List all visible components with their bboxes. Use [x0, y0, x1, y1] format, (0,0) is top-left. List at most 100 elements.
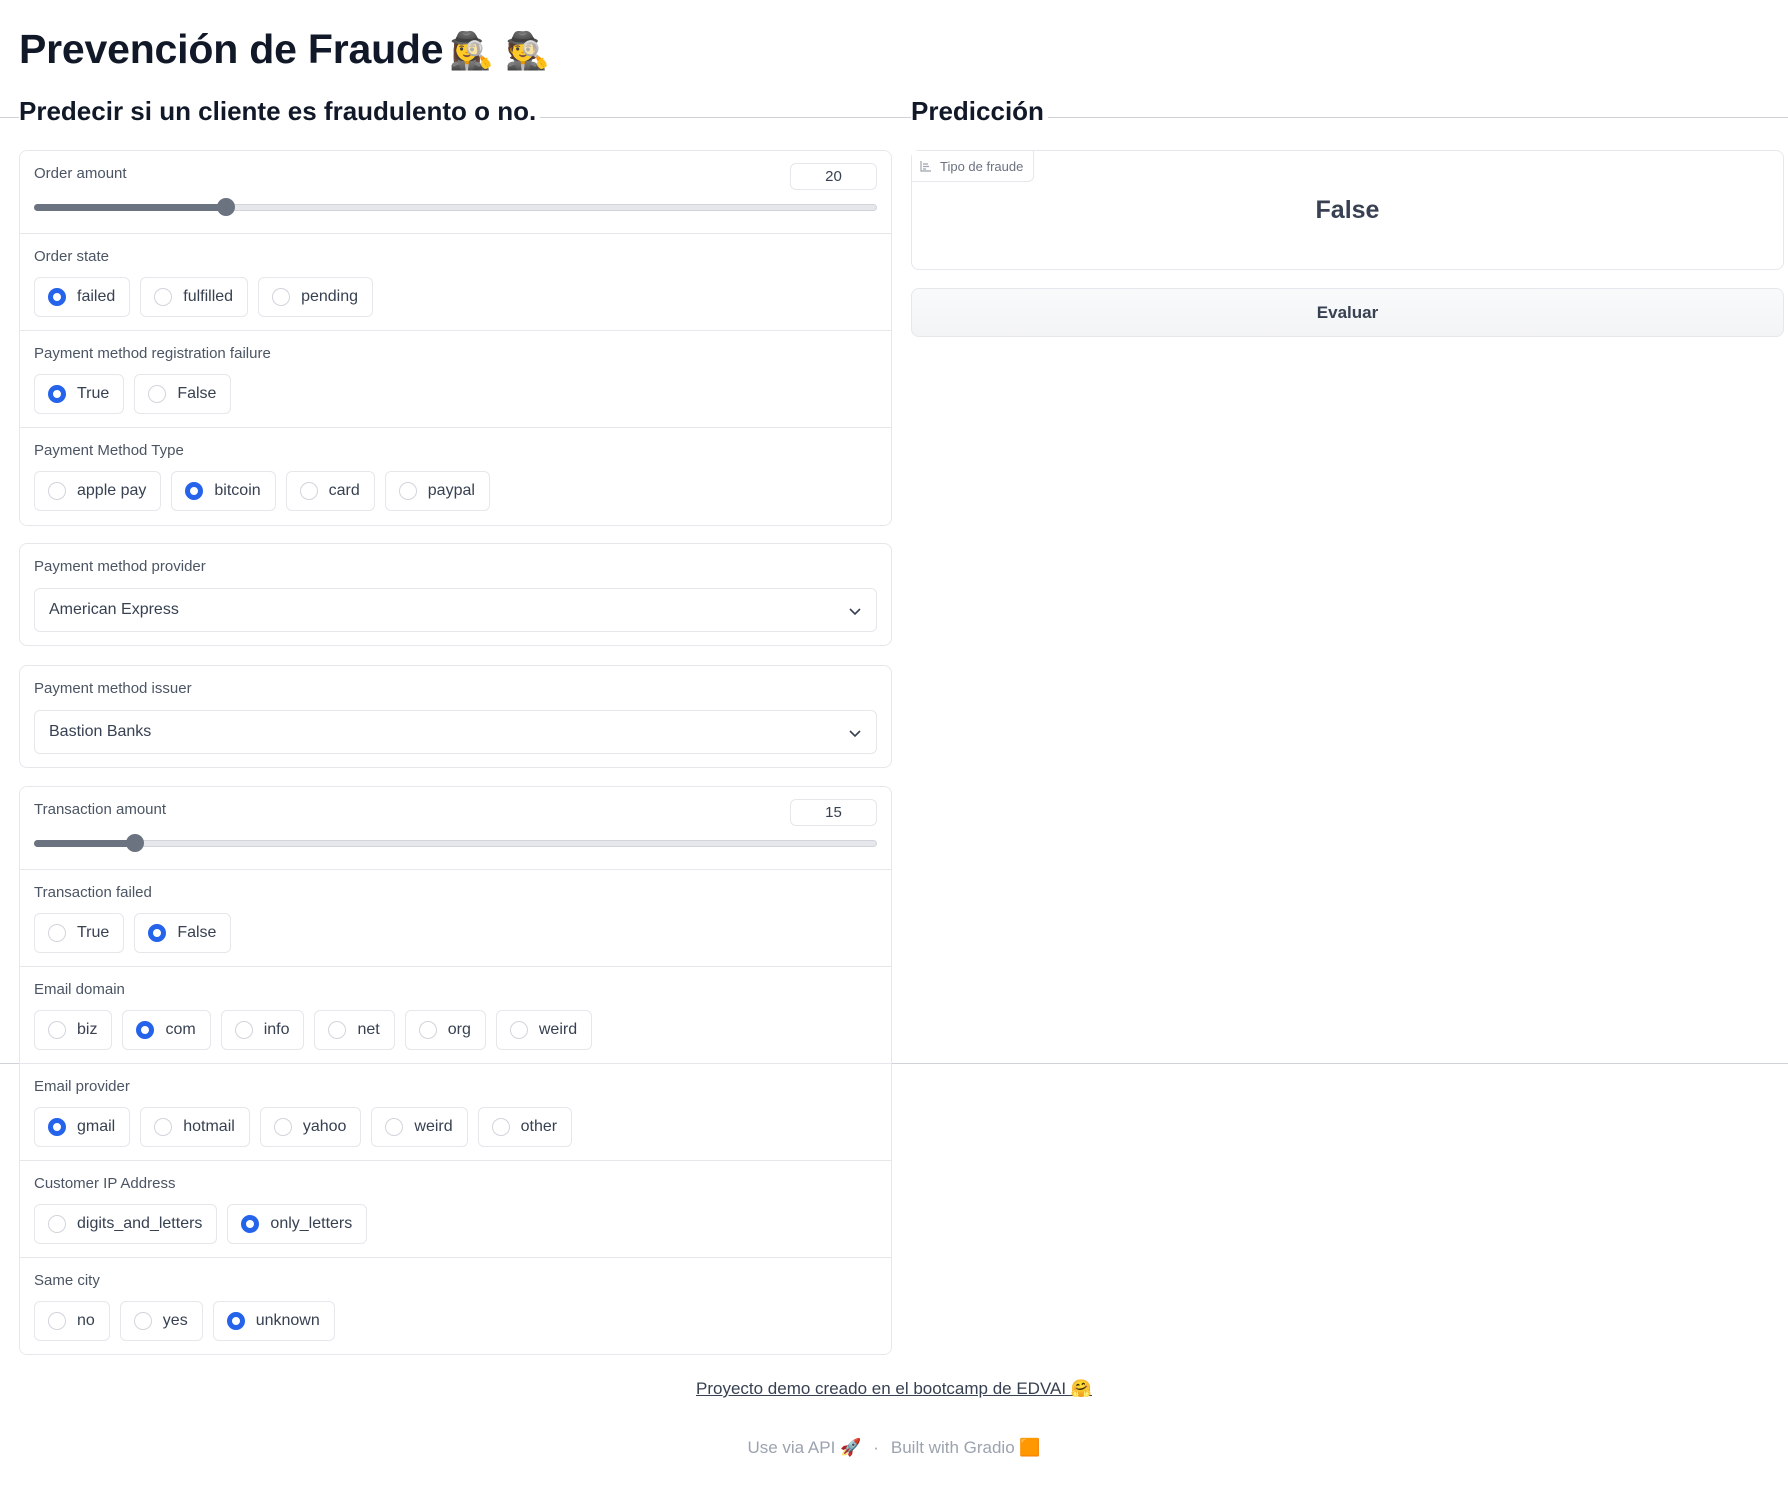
- slider-fill: [34, 840, 136, 847]
- output-label-text: Tipo de fraude: [940, 158, 1024, 174]
- radio-option[interactable]: yes: [119, 1301, 203, 1341]
- radio-empty-icon: [509, 1021, 528, 1039]
- input-group-transaction: Transaction amount 15 Transaction failed…: [19, 786, 892, 1355]
- evaluate-button[interactable]: Evaluar: [911, 288, 1784, 337]
- radio-option[interactable]: card: [285, 471, 375, 511]
- radio-option[interactable]: paypal: [384, 471, 490, 511]
- radio-option[interactable]: weird: [371, 1107, 468, 1147]
- order-amount-block: Order amount 20: [20, 151, 891, 234]
- order-state-radio-group: failed fulfilled pending: [34, 277, 877, 317]
- payment-provider-dropdown[interactable]: American Express: [34, 588, 877, 632]
- radio-option[interactable]: digits_and_letters: [34, 1204, 218, 1244]
- payment-provider-value: American Express: [49, 601, 179, 618]
- payment-issuer-dropdown[interactable]: Bastion Banks: [34, 710, 877, 754]
- radio-option-label: True: [77, 385, 110, 402]
- radio-option-label: com: [165, 1021, 196, 1038]
- email-domain-label: Email domain: [34, 981, 125, 998]
- radio-option-label: weird: [414, 1118, 453, 1135]
- payment-method-type-radio-group: apple pay bitcoin card paypal: [34, 471, 877, 511]
- subtitle: Predecir si un cliente es fraudulento o …: [19, 96, 541, 127]
- transaction-failed-radio-group: True False: [34, 913, 877, 953]
- radio-empty-icon: [385, 1118, 404, 1136]
- radio-option-label: net: [357, 1021, 380, 1038]
- radio-empty-icon: [48, 482, 66, 500]
- radio-selected-icon: [185, 482, 204, 500]
- prediction-output: Tipo de fraude False: [911, 150, 1784, 270]
- radio-option-label: only_letters: [270, 1215, 353, 1232]
- radio-empty-icon: [234, 1021, 253, 1039]
- slider-track: [34, 840, 877, 847]
- email-provider-block: Email provider gmail hotmail yahoo weird oth…: [20, 1064, 891, 1161]
- email-domain-radio-group: biz com info net org weird: [34, 1010, 877, 1050]
- radio-option[interactable]: True: [34, 913, 125, 953]
- radio-empty-icon: [154, 288, 173, 306]
- payment-issuer-label: Payment method issuer: [34, 680, 192, 697]
- radio-option[interactable]: org: [404, 1010, 486, 1050]
- radio-option[interactable]: yahoo: [259, 1107, 362, 1147]
- payment-issuer-value: Bastion Banks: [49, 723, 152, 740]
- radio-option[interactable]: bitcoin: [171, 471, 276, 511]
- transaction-failed-label: Transaction failed: [34, 884, 152, 901]
- radio-option-label: paypal: [427, 482, 475, 499]
- payment-reg-failure-label: Payment method registration failure: [34, 345, 271, 362]
- same-city-block: Same city no yes unknown: [20, 1258, 891, 1354]
- chevron-down-icon: [849, 608, 861, 616]
- built-with-gradio-link[interactable]: Built with Gradio 🟧: [891, 1438, 1041, 1457]
- radio-option[interactable]: False: [134, 913, 232, 953]
- radio-option[interactable]: pending: [258, 277, 374, 317]
- radio-option-label: fulfilled: [183, 288, 234, 305]
- transaction-amount-slider[interactable]: [34, 834, 877, 852]
- radio-option-label: weird: [538, 1021, 578, 1038]
- slider-fill: [34, 204, 227, 211]
- radio-option-label: apple pay: [77, 482, 147, 499]
- radio-option[interactable]: apple pay: [34, 471, 162, 511]
- radio-option-label: biz: [77, 1021, 98, 1038]
- radio-option[interactable]: False: [134, 374, 232, 414]
- radio-option-label: no: [77, 1312, 95, 1329]
- radio-option[interactable]: unknown: [212, 1301, 335, 1341]
- transaction-amount-number-input[interactable]: 15: [790, 799, 877, 826]
- radio-option-label: False: [177, 924, 217, 941]
- radio-selected-icon: [148, 924, 167, 942]
- page-title-text: Prevención de Fraude: [19, 26, 444, 72]
- radio-option[interactable]: info: [220, 1010, 305, 1050]
- footer-separator: ·: [873, 1438, 879, 1457]
- radio-option[interactable]: other: [477, 1107, 573, 1147]
- radio-empty-icon: [272, 288, 291, 306]
- payment-method-type-block: Payment Method Type apple pay bitcoin card…: [20, 428, 891, 525]
- customer-ip-block: Customer IP Address digits_and_letters on…: [20, 1161, 891, 1258]
- radio-option-label: org: [447, 1021, 471, 1038]
- customer-ip-label: Customer IP Address: [34, 1175, 176, 1192]
- radio-option[interactable]: weird: [495, 1010, 593, 1050]
- order-state-block: Order state failed fulfilled pending: [20, 234, 891, 331]
- radio-option[interactable]: hotmail: [140, 1107, 250, 1147]
- radio-option[interactable]: fulfilled: [140, 277, 249, 317]
- radio-option[interactable]: net: [314, 1010, 395, 1050]
- email-provider-radio-group: gmail hotmail yahoo weird other: [34, 1107, 877, 1147]
- radio-option[interactable]: no: [34, 1301, 110, 1341]
- radio-option[interactable]: only_letters: [227, 1204, 368, 1244]
- radio-option-label: yahoo: [302, 1118, 347, 1135]
- order-amount-slider[interactable]: [34, 198, 877, 216]
- radio-selected-icon: [48, 288, 66, 306]
- radio-option-label: info: [263, 1021, 290, 1038]
- radio-selected-icon: [241, 1215, 260, 1233]
- slider-thumb[interactable]: [126, 834, 145, 852]
- radio-empty-icon: [133, 1312, 152, 1330]
- order-amount-number-input[interactable]: 20: [790, 163, 877, 190]
- footer: Use via API 🚀 · Built with Gradio 🟧: [0, 1438, 1788, 1458]
- use-via-api-link[interactable]: Use via API 🚀: [747, 1438, 861, 1457]
- transaction-amount-block: Transaction amount 15: [20, 787, 891, 870]
- radio-option[interactable]: gmail: [34, 1107, 131, 1147]
- radio-option[interactable]: biz: [34, 1010, 113, 1050]
- radio-empty-icon: [299, 482, 318, 500]
- radio-option[interactable]: failed: [34, 277, 131, 317]
- radio-option[interactable]: True: [34, 374, 125, 414]
- payment-method-type-label: Payment Method Type: [34, 442, 184, 459]
- transaction-amount-label: Transaction amount: [34, 801, 167, 818]
- project-link[interactable]: Proyecto demo creado en el bootcamp de E…: [696, 1379, 1092, 1398]
- radio-option[interactable]: com: [122, 1010, 211, 1050]
- payment-provider-label: Payment method provider: [34, 558, 206, 575]
- output-label-tag: Tipo de fraude: [912, 151, 1035, 182]
- slider-thumb[interactable]: [217, 198, 236, 216]
